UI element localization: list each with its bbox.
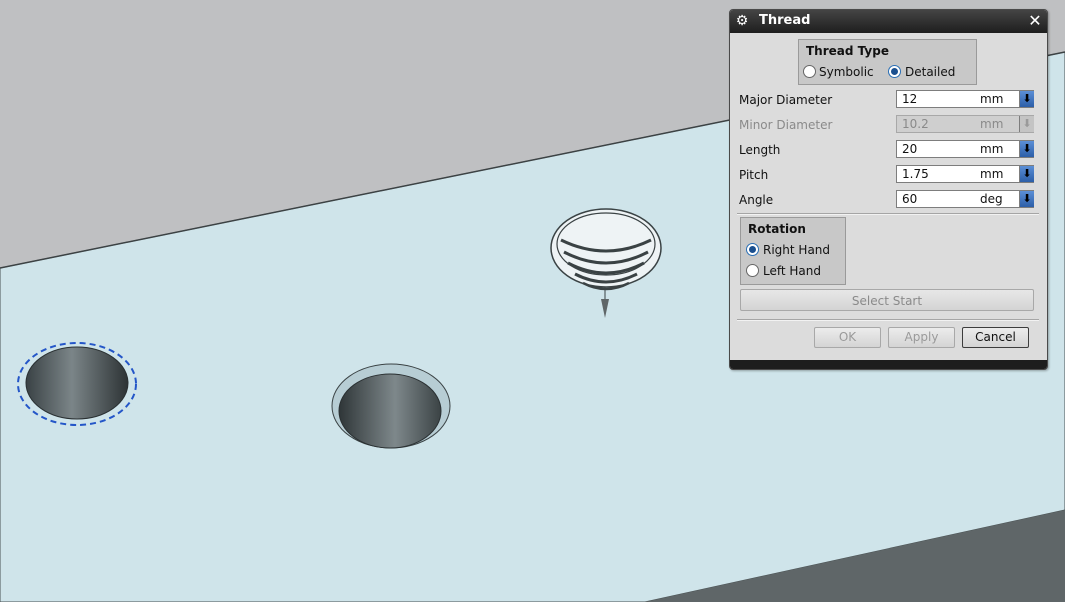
minor-diameter-field: 10.2 mm ⬇ (896, 115, 1034, 133)
separator (737, 213, 1039, 215)
major-diameter-unit[interactable]: mm (980, 92, 1003, 106)
thread-type-title: Thread Type (806, 44, 889, 58)
radio-detailed[interactable] (888, 65, 901, 78)
pitch-value[interactable]: 1.75 (902, 167, 929, 181)
minor-diameter-unit: mm (980, 117, 1004, 131)
pitch-field[interactable]: 1.75 mm ⬇ (896, 165, 1034, 183)
pitch-unit[interactable]: mm (980, 167, 1003, 181)
radio-symbolic[interactable] (803, 65, 816, 78)
counterbore-hole[interactable] (338, 373, 442, 449)
dialog-title: Thread (759, 13, 811, 28)
length-label: Length (739, 143, 781, 157)
radio-left-hand[interactable] (746, 264, 759, 277)
radio-right-hand[interactable] (746, 243, 759, 256)
dialog-titlebar[interactable]: ⚙ Thread ✕ (730, 10, 1047, 33)
chevron-down-icon[interactable]: ⬇ (1019, 191, 1034, 207)
major-diameter-field[interactable]: 12 mm ⬇ (896, 90, 1034, 108)
chevron-down-icon[interactable]: ⬇ (1019, 91, 1034, 107)
cancel-button[interactable]: Cancel (962, 327, 1029, 348)
angle-field[interactable]: 60 deg ⬇ (896, 190, 1034, 208)
symbolic-label[interactable]: Symbolic (819, 65, 874, 79)
select-start-button[interactable]: Select Start (740, 289, 1034, 311)
length-value[interactable]: 20 (902, 142, 917, 156)
apply-button[interactable]: Apply (888, 327, 955, 348)
minor-diameter-label: Minor Diameter (739, 118, 833, 132)
detailed-label[interactable]: Detailed (905, 65, 955, 79)
left-hand-label[interactable]: Left Hand (763, 264, 821, 278)
right-hand-label[interactable]: Right Hand (763, 243, 830, 257)
ok-button[interactable]: OK (814, 327, 881, 348)
minor-diameter-value: 10.2 (902, 117, 929, 131)
angle-value[interactable]: 60 (902, 192, 917, 206)
close-icon[interactable]: ✕ (1026, 12, 1044, 30)
chevron-down-icon[interactable]: ⬇ (1019, 141, 1034, 157)
angle-unit[interactable]: deg (980, 192, 1003, 206)
separator (737, 319, 1039, 321)
major-diameter-label: Major Diameter (739, 93, 833, 107)
major-diameter-value[interactable]: 12 (902, 92, 917, 106)
pitch-label: Pitch (739, 168, 769, 182)
gear-icon[interactable]: ⚙ (734, 13, 750, 29)
rotation-group: Rotation Right Hand Left Hand (740, 217, 846, 285)
selected-hole[interactable] (25, 346, 129, 420)
thread-type-group: Thread Type Symbolic Detailed (798, 39, 977, 85)
chevron-down-icon[interactable]: ⬇ (1019, 166, 1034, 182)
length-field[interactable]: 20 mm ⬇ (896, 140, 1034, 158)
angle-label: Angle (739, 193, 774, 207)
dialog-bottom-bar (730, 360, 1047, 369)
rotation-title: Rotation (748, 222, 806, 236)
thread-dialog: ⚙ Thread ✕ Thread Type Symbolic Detailed… (729, 9, 1048, 370)
length-unit[interactable]: mm (980, 142, 1003, 156)
chevron-down-icon: ⬇ (1019, 116, 1034, 132)
